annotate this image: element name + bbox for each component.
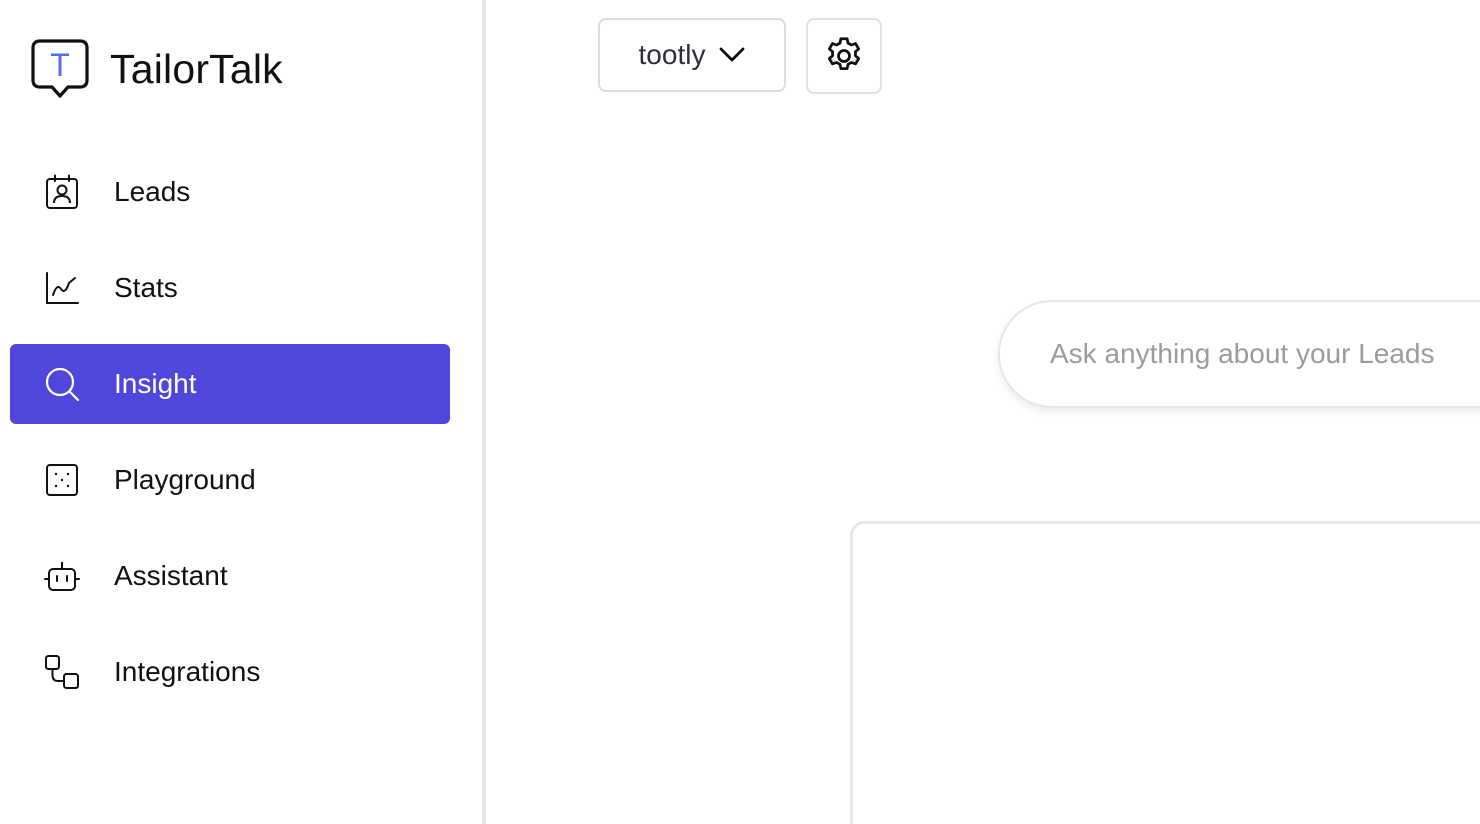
app-window: T TailorTalk Leads Stats Insight Playgro… <box>0 0 1480 824</box>
sidebar-item-integrations[interactable]: Integrations <box>10 632 450 712</box>
sidebar: T TailorTalk Leads Stats Insight Playgro… <box>0 0 486 824</box>
sidebar-item-label: Leads <box>114 176 191 207</box>
sidebar-item-label: Assistant <box>114 560 228 591</box>
settings-button[interactable] <box>806 18 882 94</box>
app-name: TailorTalk <box>110 45 283 92</box>
tailortalk-logo-icon: T <box>31 39 89 98</box>
ask-input[interactable] <box>1048 337 1480 371</box>
results-panel <box>850 521 1480 824</box>
workspace-dropdown[interactable]: tootly <box>598 18 786 92</box>
logo-letter: T <box>50 47 70 83</box>
sidebar-item-assistant[interactable]: Assistant <box>10 536 450 616</box>
sidebar-item-label: Stats <box>114 272 178 303</box>
contact-card-icon <box>44 174 80 210</box>
sidebar-item-stats[interactable]: Stats <box>10 248 450 328</box>
gear-icon <box>827 37 861 71</box>
sidebar-nav: Leads Stats Insight Playground Assistant… <box>10 152 450 728</box>
flow-nodes-icon <box>44 654 80 690</box>
dice-icon <box>44 462 80 498</box>
line-chart-icon <box>44 270 80 306</box>
sidebar-item-playground[interactable]: Playground <box>10 440 450 520</box>
brand[interactable]: T TailorTalk <box>30 38 283 100</box>
workspace-selected-value: tootly <box>638 39 706 70</box>
sidebar-item-label: Playground <box>114 464 256 495</box>
chevron-down-icon <box>720 47 745 62</box>
sidebar-item-label: Integrations <box>114 656 261 687</box>
sidebar-item-label: Insight <box>114 368 197 399</box>
robot-icon <box>44 558 80 594</box>
ask-bar[interactable] <box>998 300 1480 408</box>
sidebar-item-insight[interactable]: Insight <box>10 344 450 424</box>
main-content: tootly <box>486 0 1480 824</box>
sidebar-item-leads[interactable]: Leads <box>10 152 450 232</box>
search-icon <box>44 366 80 402</box>
